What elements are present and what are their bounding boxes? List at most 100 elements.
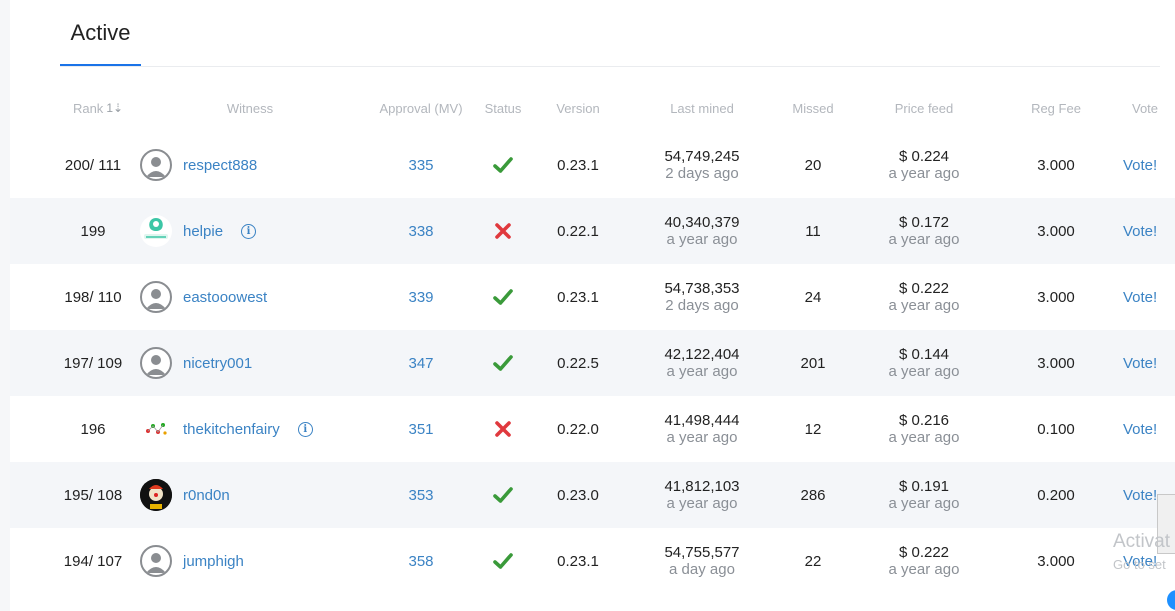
table-row: 197/ 109 nicetry001 347 0.22.5 42,122,40… [10, 330, 1175, 396]
witness-cell: eastooowest [183, 264, 368, 330]
vote-cell: Vote! [1123, 264, 1175, 330]
witness-link[interactable]: thekitchenfairy [183, 421, 280, 438]
last-mined-age: 2 days ago [665, 165, 739, 182]
reg-fee-cell: 3.000 [1037, 222, 1075, 240]
user-icon [140, 281, 172, 313]
vote-cell: Vote! [1123, 132, 1175, 198]
header-last-mined-label: Last mined [670, 100, 734, 116]
witness-link[interactable]: r0nd0n [183, 487, 230, 504]
check-icon [493, 289, 513, 305]
witness-cell: r0nd0n [183, 462, 368, 528]
price-feed-value: $ 0.172 [898, 214, 950, 231]
info-icon[interactable]: i [241, 223, 257, 239]
header-rank[interactable]: Rank 1⇣ [58, 98, 138, 118]
status-cell [483, 198, 523, 264]
kitchen-fairy-logo [140, 413, 172, 445]
price-feed-cell: $ 0.222 a year ago [869, 528, 979, 594]
check-icon [493, 487, 513, 503]
helpie-logo [140, 215, 172, 247]
tab-active[interactable]: Active [60, 0, 141, 66]
header-rank-label: Rank [72, 100, 104, 116]
approval-cell: 347 [391, 330, 451, 396]
witness-cell: jumphigh [183, 528, 368, 594]
price-feed-value: $ 0.222 [898, 280, 950, 297]
last-mined-block: 42,122,404 [664, 346, 740, 363]
approval-cell: 335 [391, 132, 451, 198]
header-reg-fee[interactable]: Reg Fee [1026, 98, 1086, 118]
check-icon [493, 553, 513, 569]
activation-watermark: Activat [1113, 531, 1171, 552]
vote-cell: Vote! [1123, 396, 1175, 462]
approval-link[interactable]: 358 [408, 553, 433, 570]
status-cell [483, 528, 523, 594]
witness-link[interactable]: nicetry001 [183, 355, 252, 372]
last-mined-age: a year ago [666, 495, 738, 512]
user-icon [140, 545, 172, 577]
rank-cell: 195/ 108 [63, 486, 123, 504]
approval-link[interactable]: 335 [408, 157, 433, 174]
missed-cell: 286 [800, 486, 826, 504]
header-approval[interactable]: Approval (MV) [371, 98, 471, 118]
witness-cell: nicetry001 [183, 330, 368, 396]
missed-cell: 11 [805, 222, 821, 240]
approval-cell: 339 [391, 264, 451, 330]
price-feed-age: a year ago [888, 495, 960, 512]
status-cell [483, 462, 523, 528]
vote-button[interactable]: Vote! [1123, 289, 1157, 306]
version-cell: 0.22.1 [557, 222, 599, 240]
price-feed-age: a year ago [888, 429, 960, 446]
reg-fee-cell: 3.000 [1037, 288, 1075, 306]
approval-link[interactable]: 351 [408, 421, 433, 438]
witness-link[interactable]: helpie [183, 223, 223, 240]
price-feed-cell: $ 0.172 a year ago [869, 198, 979, 264]
reg-fee-cell: 0.100 [1037, 420, 1075, 438]
price-feed-value: $ 0.222 [898, 544, 950, 561]
header-version-label: Version [556, 100, 600, 116]
header-approval-label: Approval (MV) [379, 100, 463, 116]
user-icon [140, 347, 172, 379]
vote-button[interactable]: Vote! [1123, 421, 1157, 438]
price-feed-age: a year ago [888, 363, 960, 380]
witness-cell: helpie i [183, 198, 368, 264]
witness-link[interactable]: jumphigh [183, 553, 244, 570]
approval-link[interactable]: 339 [408, 289, 433, 306]
table-row: 194/ 107 jumphigh 358 0.23.1 54,755,577 … [10, 528, 1175, 594]
last-mined-cell: 54,755,577 a day ago [647, 528, 757, 594]
user-icon [140, 149, 172, 181]
approval-link[interactable]: 338 [408, 223, 433, 240]
last-mined-cell: 41,812,103 a year ago [647, 462, 757, 528]
check-icon [493, 157, 513, 173]
vote-button[interactable]: Vote! [1123, 157, 1157, 174]
table-row: 198/ 110 eastooowest 339 0.23.1 54,738,3… [10, 264, 1175, 330]
header-version[interactable]: Version [548, 98, 608, 118]
witness-link[interactable]: respect888 [183, 157, 257, 174]
header-witness[interactable]: Witness [200, 98, 300, 118]
price-feed-cell: $ 0.144 a year ago [869, 330, 979, 396]
info-icon[interactable]: i [297, 421, 313, 437]
table-row: 199 helpie i 338 0.22.1 40,340,379 a year… [10, 198, 1175, 264]
status-cell [483, 396, 523, 462]
version-cell: 0.22.5 [557, 354, 599, 372]
approval-link[interactable]: 353 [408, 487, 433, 504]
header-price-feed[interactable]: Price feed [874, 98, 974, 118]
cross-icon [495, 421, 511, 437]
approval-link[interactable]: 347 [408, 355, 433, 372]
vote-button[interactable]: Vote! [1123, 487, 1157, 504]
activation-watermark-sub: Go to set [1113, 557, 1166, 572]
table-row: 196 thekitchenfairy i 351 0.22.0 41,498,4… [10, 396, 1175, 462]
last-mined-age: a day ago [669, 561, 735, 578]
last-mined-cell: 41,498,444 a year ago [647, 396, 757, 462]
header-witness-label: Witness [226, 100, 274, 116]
header-price-feed-label: Price feed [894, 100, 954, 116]
header-missed-label: Missed [792, 100, 834, 116]
vote-button[interactable]: Vote! [1123, 355, 1157, 372]
header-status-label: Status [484, 100, 522, 116]
header-last-mined[interactable]: Last mined [652, 98, 752, 118]
vote-button[interactable]: Vote! [1123, 223, 1157, 240]
last-mined-block: 41,498,444 [664, 412, 740, 429]
witness-link[interactable]: eastooowest [183, 289, 267, 306]
vote-cell: Vote! [1123, 330, 1175, 396]
rank-cell: 198/ 110 [64, 288, 122, 306]
header-missed[interactable]: Missed [783, 98, 843, 118]
header-status[interactable]: Status [473, 98, 533, 118]
